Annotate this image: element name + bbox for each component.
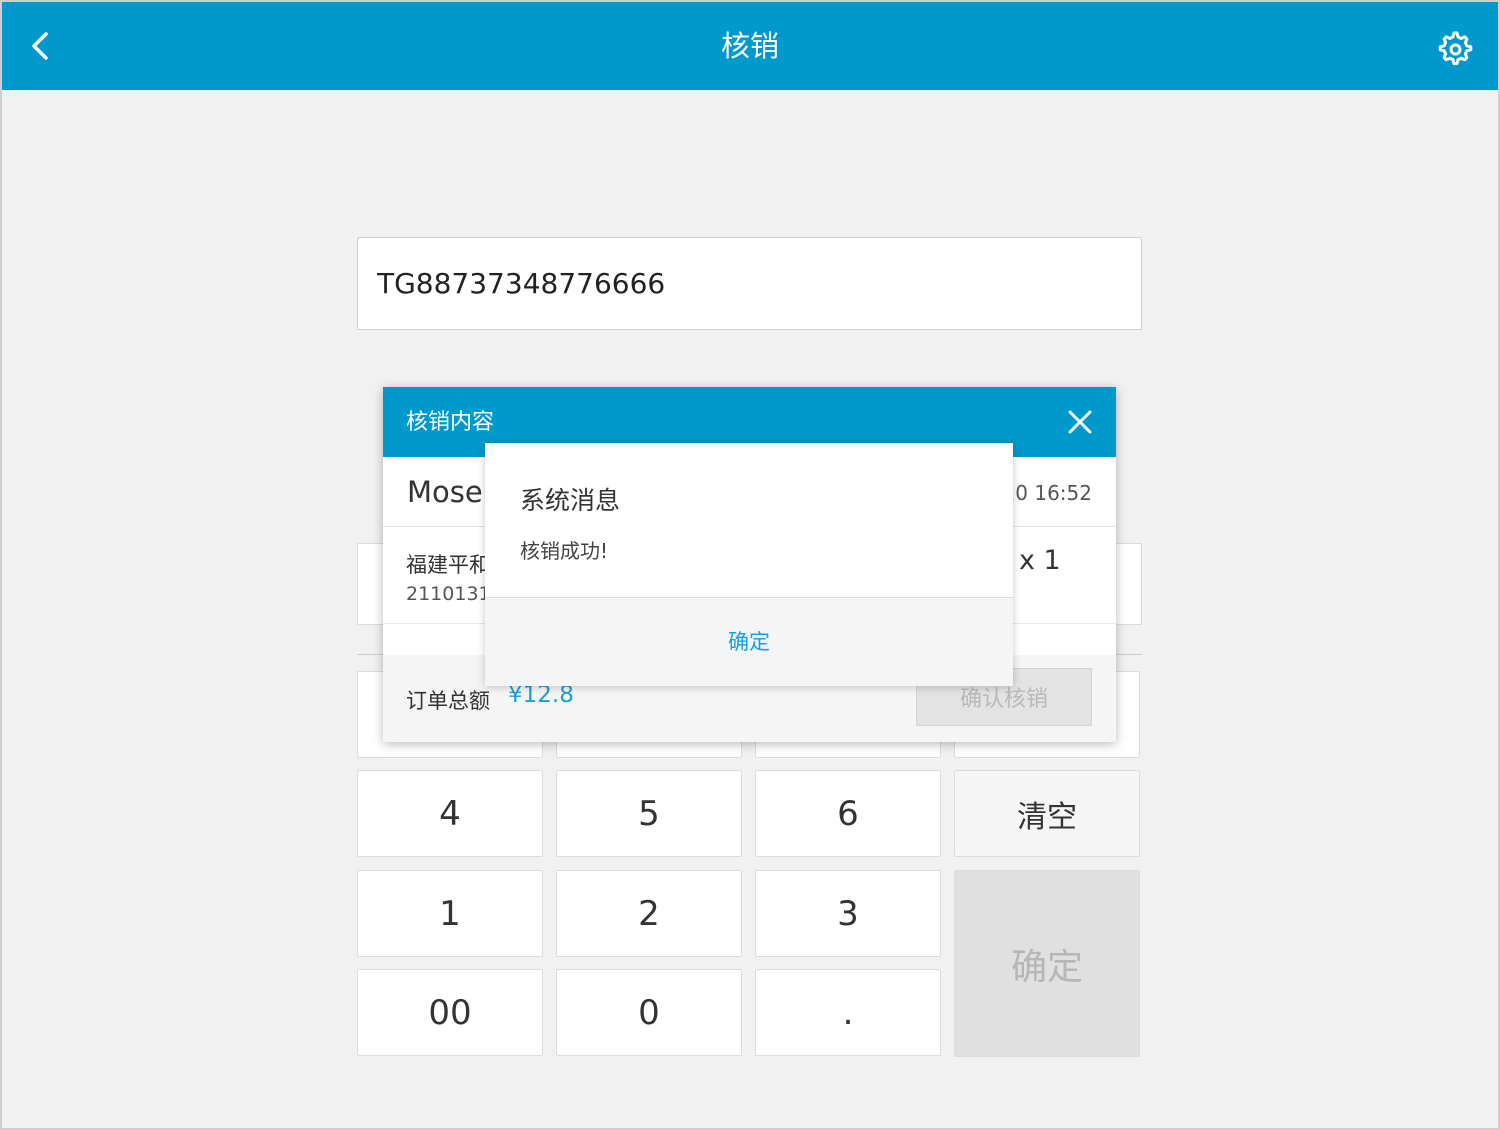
clear-button[interactable]: 清空 — [954, 770, 1140, 857]
key-5[interactable]: 5 — [556, 770, 742, 857]
total-label: 订单总额 — [406, 689, 490, 713]
key-00[interactable]: 00 — [357, 969, 543, 1056]
message-body: 核销成功! — [520, 539, 609, 563]
dialog-title: 核销内容 — [406, 410, 495, 435]
item-name: 福建平和 — [406, 553, 490, 577]
message-ok-button[interactable]: 确定 — [485, 598, 1013, 687]
message-footer: 确定 — [485, 597, 1013, 686]
order-name: Mose — [407, 475, 483, 509]
key-2[interactable]: 2 — [556, 870, 742, 957]
key-0[interactable]: 0 — [556, 969, 742, 1056]
voucher-code-input[interactable] — [357, 237, 1142, 330]
gear-icon[interactable] — [1434, 28, 1474, 68]
keypad-confirm-button[interactable]: 确定 — [954, 870, 1140, 1057]
key-1[interactable]: 1 — [357, 870, 543, 957]
item-code: 2110131 — [406, 583, 491, 605]
message-title: 系统消息 — [520, 486, 621, 515]
item-quantity: x 1 — [1019, 545, 1061, 576]
key-3[interactable]: 3 — [755, 870, 941, 957]
key-4[interactable]: 4 — [357, 770, 543, 857]
close-icon[interactable] — [1067, 409, 1093, 435]
system-message-dialog: 系统消息 核销成功! 确定 — [485, 443, 1013, 686]
order-time: 20 16:52 — [1002, 481, 1092, 505]
top-bar: 核销 — [2, 2, 1498, 90]
key-6[interactable]: 6 — [755, 770, 941, 857]
key-dot[interactable]: . — [755, 969, 941, 1056]
page-title: 核销 — [720, 29, 779, 63]
